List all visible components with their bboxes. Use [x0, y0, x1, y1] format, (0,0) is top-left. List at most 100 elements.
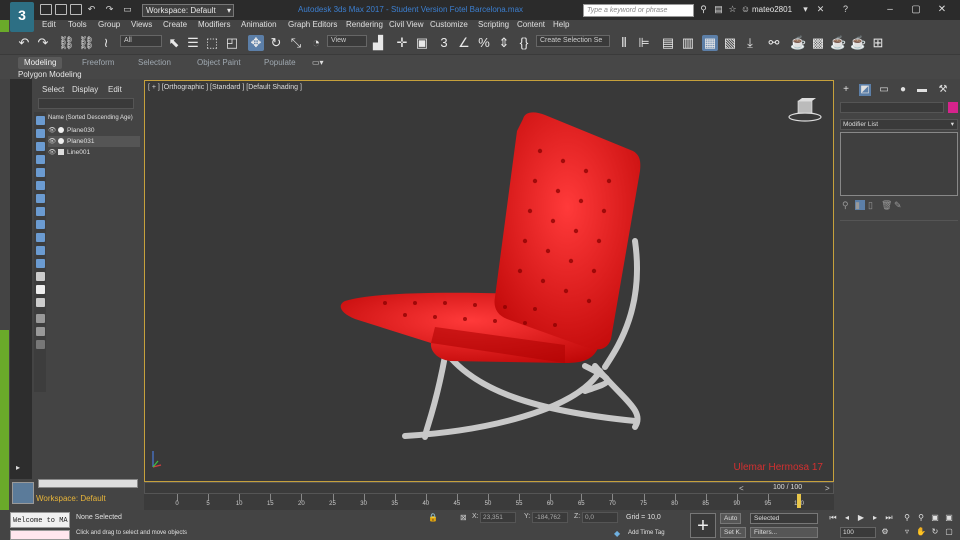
- set-key-big-icon[interactable]: +: [690, 513, 716, 538]
- prev-frame-icon[interactable]: ◂: [842, 513, 852, 523]
- menu-content[interactable]: Content: [517, 20, 545, 29]
- expand-arrow-icon[interactable]: ▸: [16, 463, 20, 472]
- utilities-tab-icon[interactable]: ⚒: [937, 84, 949, 96]
- filter-lights-icon[interactable]: [36, 142, 45, 151]
- goto-end-icon[interactable]: ⏭: [884, 513, 894, 523]
- viewport-layout-tab[interactable]: [12, 482, 34, 504]
- layer-explorer-icon[interactable]: ▥: [680, 35, 696, 51]
- filter-shapes-icon[interactable]: [36, 129, 45, 138]
- ribbon-toggle-icon[interactable]: ▦: [702, 35, 718, 51]
- invert-display-icon[interactable]: [36, 298, 45, 307]
- explorer-search-input[interactable]: [38, 98, 134, 109]
- bind-space-warp-icon[interactable]: ≀: [98, 35, 114, 51]
- zoom-extents-icon[interactable]: ▣: [930, 513, 940, 523]
- current-frame-field[interactable]: 100: [840, 527, 876, 538]
- add-time-tag-button[interactable]: Add Time Tag: [628, 530, 665, 536]
- zoom-extents-all-icon[interactable]: ▣: [944, 513, 954, 523]
- menu-edit[interactable]: Edit: [42, 20, 56, 29]
- minimize-icon[interactable]: –: [880, 4, 900, 16]
- menu-rendering[interactable]: Rendering: [346, 20, 383, 29]
- z-coordinate-field[interactable]: 0,0: [582, 512, 618, 523]
- filter-containers-icon[interactable]: [36, 233, 45, 242]
- filter-hidden-icon[interactable]: [36, 259, 45, 268]
- maxscript-listener-input[interactable]: Welcome to MA: [10, 512, 70, 528]
- snaps-toggle-icon[interactable]: 3: [436, 35, 452, 51]
- mirror-icon[interactable]: ⫴: [616, 35, 632, 51]
- workspace-select[interactable]: Workspace: Default ▾: [142, 4, 234, 17]
- menu-tools[interactable]: Tools: [68, 20, 87, 29]
- explorer-tab-select[interactable]: Select: [42, 85, 64, 94]
- spinner-snap-icon[interactable]: ⇕: [496, 35, 512, 51]
- configure-sets-icon[interactable]: ✎: [894, 200, 904, 210]
- pivot-center-icon[interactable]: ▟: [370, 35, 386, 51]
- tab-freeform[interactable]: Freeform: [82, 57, 114, 69]
- tab-modeling[interactable]: Modeling: [18, 57, 63, 69]
- display-none-icon[interactable]: [36, 285, 45, 294]
- user-dropdown-icon[interactable]: ▾: [800, 4, 811, 15]
- binoculars-icon[interactable]: ⚲: [698, 4, 709, 15]
- modifier-list-select[interactable]: Modifier List ▾: [840, 119, 958, 130]
- display-tab-icon[interactable]: ▬: [916, 84, 928, 96]
- menu-civil-view[interactable]: Civil View: [389, 20, 424, 29]
- key-filter-select[interactable]: Selected: [750, 513, 818, 524]
- filter-bones-icon[interactable]: [36, 220, 45, 229]
- redo-icon[interactable]: ↷: [35, 35, 51, 51]
- object-name-field[interactable]: [840, 102, 944, 113]
- zoom-icon[interactable]: ⚲: [902, 513, 912, 523]
- filter-spacewarps-icon[interactable]: [36, 181, 45, 190]
- curve-editor-icon[interactable]: ▧: [722, 35, 738, 51]
- workspace-label[interactable]: Workspace: Default: [36, 494, 106, 503]
- new-file-icon[interactable]: [40, 4, 52, 15]
- a360-render-icon[interactable]: ⊞: [870, 35, 886, 51]
- playhead[interactable]: [797, 494, 801, 508]
- x-coordinate-field[interactable]: 23,351: [480, 512, 516, 523]
- unlink-icon[interactable]: ⛓: [78, 35, 95, 51]
- menu-help[interactable]: Help: [553, 20, 569, 29]
- menu-views[interactable]: Views: [131, 20, 152, 29]
- ribbon-panel-label[interactable]: Polygon Modeling: [18, 70, 82, 79]
- keyboard-shortcut-override-icon[interactable]: ▣: [414, 35, 430, 51]
- menu-animation[interactable]: Animation: [241, 20, 277, 29]
- menu-create[interactable]: Create: [163, 20, 187, 29]
- explorer-row[interactable]: 👁 Line001: [48, 147, 140, 158]
- close-icon[interactable]: ✕: [932, 4, 952, 16]
- rendered-frame-window-icon[interactable]: ▩: [810, 35, 826, 51]
- edit-named-selection-icon[interactable]: {}: [516, 35, 532, 51]
- help-icon[interactable]: ?: [840, 4, 851, 15]
- show-end-result-icon[interactable]: ▮: [855, 200, 865, 210]
- maximize-icon[interactable]: ▢: [906, 4, 926, 16]
- play-icon[interactable]: ▶: [856, 513, 866, 523]
- explorer-row[interactable]: 👁 Plane030: [48, 125, 140, 136]
- scene-explorer-icon[interactable]: ▤: [660, 35, 676, 51]
- ribbon-options-icon[interactable]: ▭▾: [312, 57, 324, 69]
- named-selection-set-select[interactable]: Create Selection Se: [536, 35, 610, 47]
- transform-gizmo-icon[interactable]: ✛: [394, 35, 410, 51]
- move-icon[interactable]: ✥: [248, 35, 264, 51]
- perspective-viewport[interactable]: [ + ] [Orthographic ] [Standard ] [Defau…: [144, 80, 834, 482]
- pan-icon[interactable]: ✋: [916, 527, 926, 537]
- create-tab-icon[interactable]: +: [840, 84, 852, 96]
- filter-funnel-icon[interactable]: [36, 327, 45, 336]
- tab-selection[interactable]: Selection: [138, 57, 171, 69]
- track-bar[interactable]: 0510152025303540455055606570758085909510…: [144, 494, 834, 510]
- filter-frozen-icon[interactable]: [36, 246, 45, 255]
- visibility-eye-icon[interactable]: 👁: [48, 125, 58, 136]
- undo-icon[interactable]: ↶: [16, 35, 32, 51]
- explorer-tab-edit[interactable]: Edit: [108, 85, 122, 94]
- render-production-icon[interactable]: ☕: [830, 35, 846, 51]
- menu-scripting[interactable]: Scripting: [478, 20, 509, 29]
- menu-graph-editors[interactable]: Graph Editors: [288, 20, 337, 29]
- align-icon[interactable]: ⊫: [636, 35, 652, 51]
- filter-geometry-icon[interactable]: [36, 116, 45, 125]
- maximize-viewport-icon[interactable]: ▢: [944, 527, 954, 537]
- auto-key-button[interactable]: Auto: [720, 513, 742, 524]
- filter-groups-icon[interactable]: [36, 194, 45, 203]
- undo-icon[interactable]: ↶: [86, 4, 97, 15]
- orbit-icon[interactable]: ↻: [930, 527, 940, 537]
- set-key-button[interactable]: Set K.: [720, 527, 746, 538]
- field-of-view-icon[interactable]: ▿: [902, 527, 912, 537]
- filter-helpers-icon[interactable]: [36, 168, 45, 177]
- keyword-search-input[interactable]: Type a keyword or phrase: [583, 4, 694, 17]
- explorer-column-header[interactable]: Name (Sorted Descending Age): [48, 115, 133, 121]
- time-slider-next-icon[interactable]: >: [825, 484, 830, 493]
